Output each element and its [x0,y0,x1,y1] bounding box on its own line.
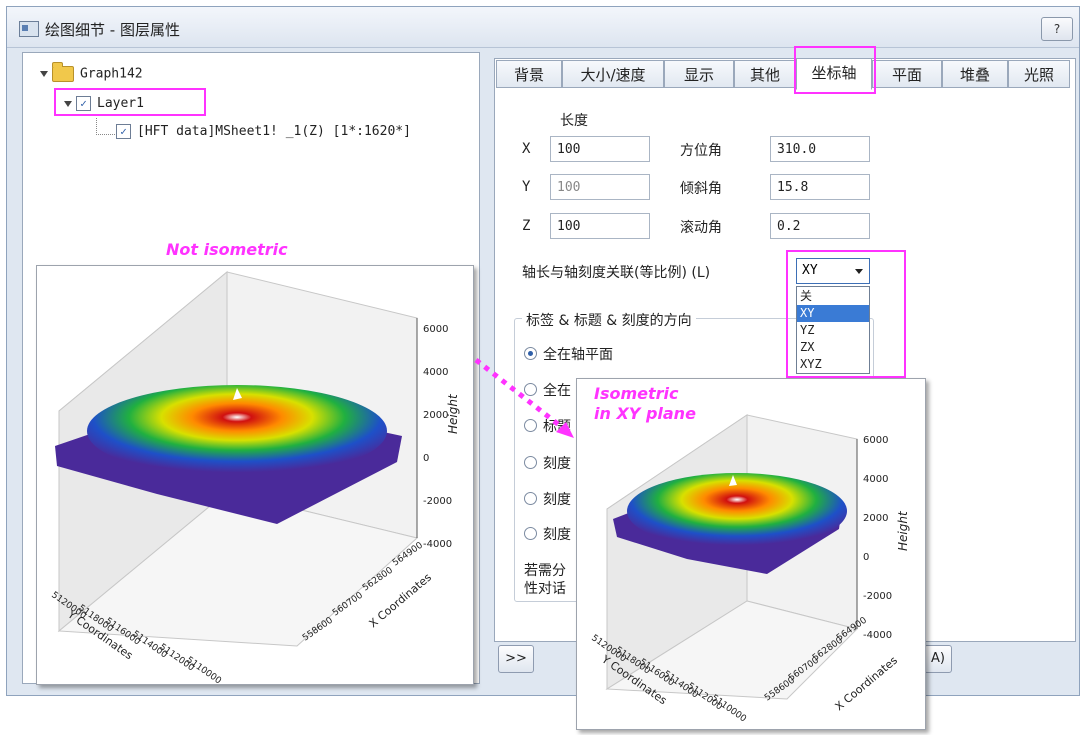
roll-label: 滚动角 [680,220,722,236]
z-length-label: Z [522,218,531,234]
dataset-name: [HFT data]MSheet1! _1(Z) [1*:1620*] [137,124,411,139]
plot-not-isometric: Height 6000 4000 2000 0 -2000 -4000 5120000 511… [36,265,474,687]
z-axis-title-right: Height [896,510,910,551]
not-isometric-label: Not isometric [166,240,288,259]
z-tick-label: 4000 [423,367,448,378]
x-axis-title: X Coordinates [833,654,901,714]
orientation-radio-6[interactable] [524,527,537,540]
azimuth-label: 方位角 [680,143,722,159]
tab-7[interactable]: 光照 [1008,60,1070,88]
orientation-radio-4[interactable] [524,456,537,469]
z-tick-label: 4000 [863,474,888,485]
tab-0[interactable]: 背景 [496,60,562,88]
z-tick-label: -4000 [423,539,452,550]
orientation-option-6: 刻度 [543,527,571,543]
window-title: 绘图细节 - 图层属性 [45,21,180,39]
dataset-checkbox[interactable]: ✓ [116,124,131,139]
z-tick-label: 6000 [863,435,888,446]
axis-tab-highlight [794,46,876,94]
folder-icon [52,62,74,82]
z-tick-label: 2000 [423,410,448,421]
graph-name: Graph142 [80,66,143,82]
plot-isometric: Height 6000 4000 2000 0 -2000 -4000 5120000 511… [576,378,926,730]
z-length-input[interactable]: 100 [550,213,650,239]
expand-button[interactable]: >> [498,645,534,673]
dropdown-highlight-box [786,250,906,378]
z-tick-label: -4000 [863,630,892,641]
tab-1[interactable]: 大小/速度 [562,60,664,88]
tab-2[interactable]: 显示 [664,60,734,88]
tree-connector [96,118,115,135]
z-tick-label: 6000 [423,324,448,335]
orientation-option-4: 刻度 [543,456,571,472]
x-length-input[interactable]: 100 [550,136,650,162]
orientation-option-5: 刻度 [543,492,571,508]
z-tick-label: -2000 [423,496,452,507]
title-bar: 绘图细节 - 图层属性 ? [7,7,1079,48]
app-icon [19,21,39,37]
z-tick-label: 2000 [863,513,888,524]
z-tick-label: 0 [863,552,869,563]
tree-node-dataset[interactable]: ✓ [HFT data]MSheet1! _1(Z) [1*:1620*] [116,124,411,139]
tilt-label: 倾斜角 [680,181,722,197]
z-tick-label: -2000 [863,591,892,602]
isometric-label-line-2: in XY plane [594,404,696,423]
isometric-label-line-1: Isometric [594,384,679,403]
tab-3[interactable]: 其他 [734,60,796,88]
y-length-label: Y [522,179,531,195]
tilt-input[interactable]: 15.8 [770,174,870,200]
axis-ratio-label: 轴长与轴刻度关联(等比例) (L) [522,265,711,281]
expand-arrow-icon[interactable] [40,71,48,77]
tab-5[interactable]: 平面 [872,60,942,88]
azimuth-input[interactable]: 310.0 [770,136,870,162]
z-tick-label: 0 [423,453,429,464]
note-line-1: 若需分 [524,563,566,579]
roll-input[interactable]: 0.2 [770,213,870,239]
help-button[interactable]: ? [1041,17,1073,41]
surface-plot-left: Height 6000400020000-2000-40005120000511… [49,270,460,687]
tree-node-graph[interactable]: Graph142 [40,62,143,82]
layer-highlight-box [54,88,206,116]
note-line-2: 性对话 [524,581,566,597]
annotation-arrow [474,358,574,438]
orientation-group-title: 标签 & 标题 & 刻度的方向 [522,310,696,330]
length-header: 长度 [560,113,588,129]
surface-plot-right: Height 6000400020000-2000-40005120000511… [589,414,910,725]
orientation-radio-5[interactable] [524,492,537,505]
tab-strip: 背景 大小/速度 显示 其他 坐标轴 平面 堆叠 光照 [496,58,1074,90]
tab-6[interactable]: 堆叠 [942,60,1008,88]
y-length-input[interactable]: 100 [550,174,650,200]
isometric-label: Isometric in XY plane [594,384,696,424]
x-length-label: X [522,141,531,157]
apply-button-partial[interactable]: A) [924,645,952,673]
